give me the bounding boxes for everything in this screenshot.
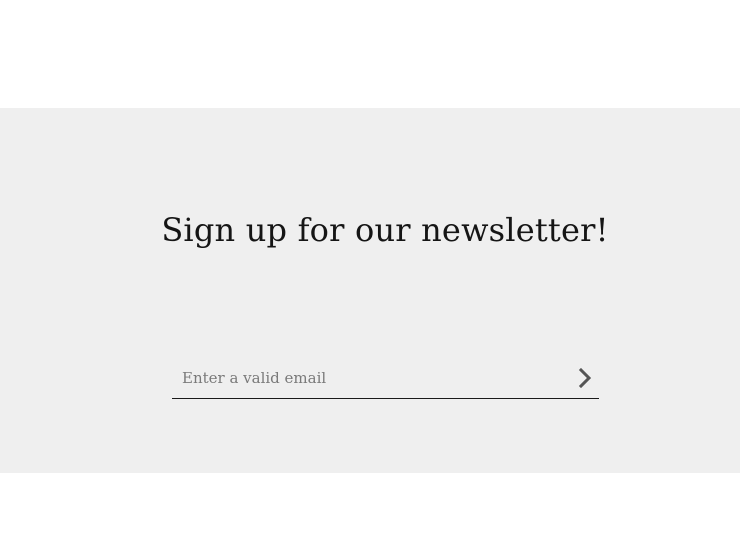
newsletter-title: Sign up for our newsletter! — [161, 211, 609, 249]
chevron-right-icon — [578, 368, 592, 388]
email-input[interactable] — [172, 358, 562, 398]
newsletter-form — [172, 358, 599, 399]
subscribe-submit-button[interactable] — [573, 366, 597, 390]
newsletter-section: Sign up for our newsletter! — [0, 108, 740, 473]
